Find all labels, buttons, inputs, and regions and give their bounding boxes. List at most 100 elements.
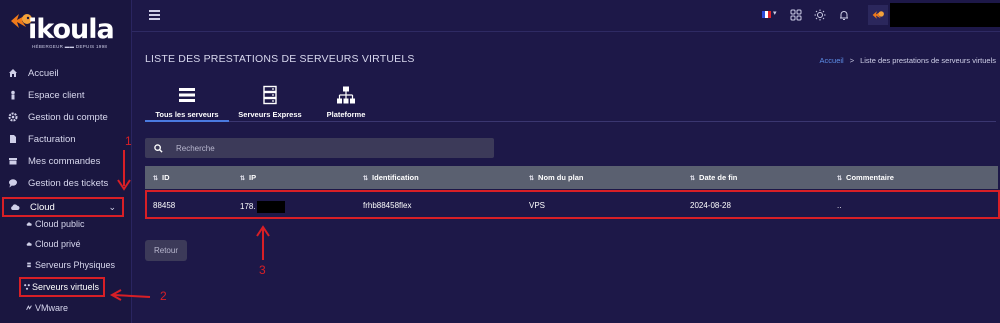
- home-icon: [8, 68, 18, 78]
- sidebar-item-label: Accueil: [28, 67, 59, 79]
- cell-id: 88458: [153, 201, 176, 210]
- ip-redacted: [256, 201, 285, 213]
- gear-icon: [8, 112, 18, 122]
- brand-name: ikoula: [28, 14, 115, 45]
- table-row[interactable]: 88458 178. frhb88458flex VPS 2024-08-28 …: [145, 190, 1000, 219]
- sidebar-subitem-label: VMware: [35, 303, 69, 313]
- tab-label: Tous les serveurs: [155, 110, 219, 119]
- column-header-label: IP: [249, 173, 257, 182]
- user-icon: [8, 90, 18, 100]
- sidebar-subitem-cloud-public[interactable]: Cloud public: [26, 215, 85, 233]
- column-header-ip[interactable]: ⇅ IP: [240, 173, 256, 182]
- column-header-nom-du-plan[interactable]: ⇅ Nom du plan: [529, 173, 583, 182]
- cloud-icon: [26, 242, 32, 246]
- sun-icon[interactable]: [814, 9, 826, 21]
- search-bar[interactable]: [145, 138, 494, 158]
- sidebar-item-mes-commandes[interactable]: Mes commandes: [0, 151, 132, 171]
- column-header-label: Commentaire: [846, 173, 894, 182]
- column-header-identification[interactable]: ⇅ Identification: [363, 173, 419, 182]
- annotation-3: 3: [259, 263, 266, 277]
- column-header-label: Nom du plan: [538, 173, 584, 182]
- brand-tagline: HÉBERGEUR ▬▬ DEPUIS 1998: [32, 44, 108, 49]
- sidebar-item-espace-client[interactable]: Espace client: [0, 85, 132, 105]
- column-header-label: Identification: [372, 173, 419, 182]
- tab-label: Plateforme: [326, 110, 366, 119]
- server-icon: [27, 262, 31, 268]
- sidebar-item-label: Gestion des tickets: [28, 177, 109, 189]
- search-icon: [154, 143, 163, 153]
- back-button[interactable]: Retour: [145, 240, 187, 261]
- breadcrumb-home-link[interactable]: Accueil: [820, 56, 844, 65]
- top-bar: ▾: [132, 0, 1000, 32]
- chat-icon: [8, 178, 18, 188]
- chevron-down-icon: ⌄: [108, 202, 116, 212]
- sort-icon: ⇅: [153, 176, 159, 182]
- sidebar-subitem-label: Serveurs virtuels: [32, 282, 100, 292]
- sidebar-item-gestion-tickets[interactable]: Gestion des tickets: [0, 173, 132, 193]
- language-caret-icon[interactable]: ▾: [773, 9, 777, 17]
- menu-icon[interactable]: [149, 10, 160, 20]
- bell-icon[interactable]: [838, 9, 850, 21]
- column-header-id[interactable]: ⇅ ID: [153, 173, 170, 182]
- cell-plan: VPS: [529, 201, 546, 210]
- sidebar-subitem-vmware[interactable]: VMware: [26, 299, 68, 317]
- sitemap-icon: [337, 86, 355, 104]
- sidebar: ikoula HÉBERGEUR ▬▬ DEPUIS 1998 Accueil …: [0, 0, 132, 323]
- sidebar-item-facturation[interactable]: Facturation: [0, 129, 132, 149]
- apps-icon[interactable]: [790, 9, 802, 21]
- tab-serveurs-express[interactable]: Serveurs Express: [235, 80, 305, 122]
- server-icon: [263, 85, 277, 105]
- annotation-arrows: [109, 150, 270, 301]
- sort-icon: ⇅: [690, 176, 696, 182]
- cloud-icon: [26, 222, 32, 226]
- file-icon: [8, 134, 18, 144]
- cloud-icon: [10, 202, 20, 212]
- tab-bar: Tous les serveurs Serveurs Express Plate…: [145, 80, 996, 122]
- network-icon: [24, 284, 30, 290]
- breadcrumb: Accueil > Liste des prestations de serveur…: [820, 56, 996, 65]
- sidebar-item-label: Gestion du compte: [28, 111, 108, 123]
- sidebar-item-label: Mes commandes: [28, 155, 101, 167]
- sidebar-subitem-label: Cloud privé: [35, 239, 81, 249]
- avatar[interactable]: [868, 5, 888, 25]
- page-title: LISTE DES PRESTATIONS DE SERVEURS VIRTUE…: [145, 53, 415, 65]
- sort-icon: ⇅: [529, 176, 535, 182]
- sidebar-item-label: Facturation: [28, 133, 76, 145]
- ip-prefix: 178.: [240, 202, 256, 212]
- column-header-commentaire[interactable]: ⇅ Commentaire: [837, 173, 894, 182]
- sidebar-item-gestion-compte[interactable]: Gestion du compte: [0, 107, 132, 127]
- annotation-2: 2: [160, 289, 167, 303]
- sidebar-item-label: Espace client: [28, 89, 85, 101]
- table-header: ⇅ ID ⇅ IP ⇅ Identification ⇅ Nom du plan ⇅ Da…: [145, 166, 998, 189]
- column-header-date-de-fin[interactable]: ⇅ Date de fin: [690, 173, 737, 182]
- search-input[interactable]: [176, 143, 476, 153]
- cell-end-date: 2024-08-28: [690, 201, 731, 210]
- cell-comment: ..: [837, 201, 842, 210]
- list-icon: [179, 88, 195, 102]
- inbox-icon: [8, 156, 18, 166]
- cell-ip: 178.: [240, 201, 285, 213]
- sidebar-subitem-cloud-prive[interactable]: Cloud privé: [26, 235, 81, 253]
- sidebar-item-label: Cloud: [30, 201, 55, 213]
- sidebar-subitem-serveurs-virtuels[interactable]: Serveurs virtuels: [19, 277, 105, 297]
- sidebar-subitem-label: Cloud public: [35, 219, 85, 229]
- sidebar-subitem-label: Serveurs Physiques: [35, 260, 116, 270]
- tab-plateforme[interactable]: Plateforme: [317, 80, 375, 122]
- user-name-redacted[interactable]: [890, 3, 1000, 27]
- vmware-icon: [26, 305, 32, 311]
- breadcrumb-current: Liste des prestations de serveurs virtue…: [860, 56, 996, 65]
- column-header-label: ID: [162, 173, 170, 182]
- fish-logo-icon: [872, 11, 884, 19]
- flag-fr-icon[interactable]: [762, 11, 771, 18]
- tab-label: Serveurs Express: [238, 110, 302, 119]
- sort-icon: ⇅: [837, 176, 843, 182]
- sidebar-item-accueil[interactable]: Accueil: [0, 63, 132, 83]
- ikoula-logo[interactable]: ikoula HÉBERGEUR ▬▬ DEPUIS 1998: [8, 8, 126, 54]
- column-header-label: Date de fin: [699, 173, 738, 182]
- sort-icon: ⇅: [240, 176, 246, 182]
- sidebar-subitem-serveurs-physiques[interactable]: Serveurs Physiques: [26, 256, 115, 274]
- cell-identification[interactable]: frhb88458flex: [363, 201, 411, 210]
- sidebar-item-cloud[interactable]: Cloud ⌄: [2, 197, 124, 217]
- tab-tous-les-serveurs[interactable]: Tous les serveurs: [145, 80, 229, 122]
- sort-icon: ⇅: [363, 176, 369, 182]
